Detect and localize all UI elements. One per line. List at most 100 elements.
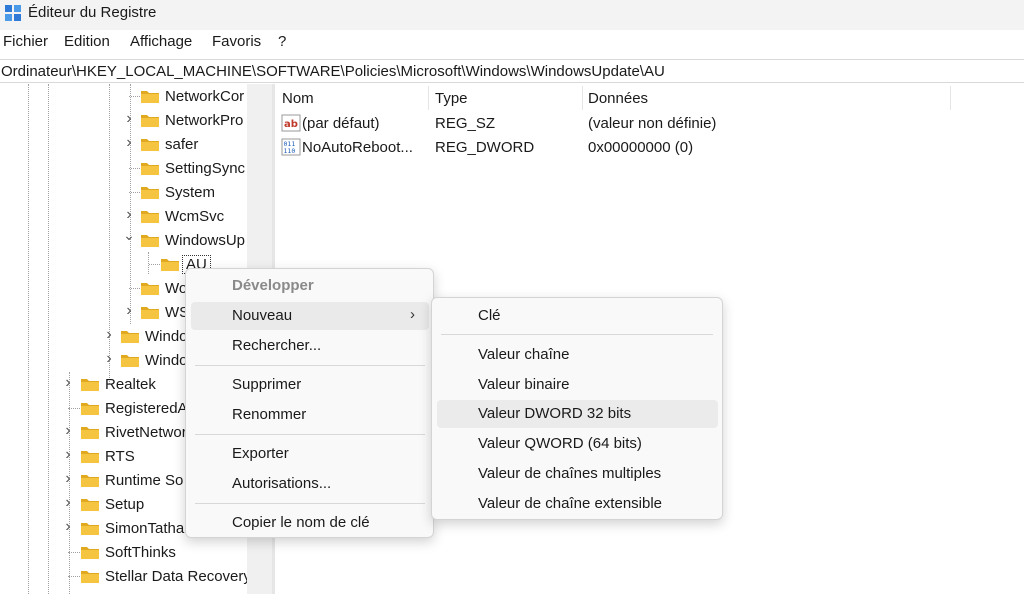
submenu-item-label: Clé (478, 307, 501, 324)
tree-item-label: RegisteredA (105, 400, 188, 417)
tree-item-label: SoftThinks (105, 544, 176, 561)
chevron-right-icon[interactable]: › (123, 207, 135, 223)
tree-item-label: NetworkPro (165, 112, 244, 129)
title-bar: Éditeur du Registre (0, 0, 1024, 30)
chevron-right-icon: › (410, 306, 415, 323)
folder-icon (140, 232, 160, 248)
menu-item-label: Nouveau (232, 307, 293, 324)
menu-item-supprimer[interactable]: Supprimer (191, 371, 429, 399)
menu-item-exporter[interactable]: Exporter (191, 440, 429, 468)
column-separator[interactable] (582, 86, 583, 110)
tree-item-label: SimonTatha (105, 520, 185, 537)
menu-fichier[interactable]: Fichier (3, 33, 48, 50)
folder-icon (80, 448, 100, 464)
folder-icon (160, 256, 180, 272)
folder-icon (80, 424, 100, 440)
menu-item-label: Copier le nom de clé (232, 514, 370, 531)
chevron-down-icon[interactable]: ⌄ (123, 227, 135, 243)
tree-item[interactable]: › NetworkPro (0, 108, 247, 132)
tree-item[interactable]: NetworkCor (0, 84, 247, 108)
menu-item-label: Exporter (232, 445, 289, 462)
menu-edition[interactable]: Edition (64, 33, 110, 50)
menu-item-label: Autorisations... (232, 475, 332, 492)
chevron-right-icon[interactable]: › (123, 303, 135, 319)
folder-icon (140, 136, 160, 152)
chevron-right-icon[interactable]: › (62, 495, 74, 511)
menu-separator (195, 365, 425, 366)
registry-editor-icon (5, 5, 21, 21)
tree-item-label: WindowsUp (165, 232, 246, 249)
chevron-right-icon[interactable]: › (62, 471, 74, 487)
svg-text:110: 110 (284, 147, 296, 155)
menu-item-rechercher[interactable]: Rechercher... (191, 332, 429, 360)
tree-item[interactable]: › WcmSvc (0, 204, 247, 228)
string-value-icon: ab (281, 114, 301, 132)
column-separator[interactable] (428, 86, 429, 110)
value-data: (valeur non définie) (588, 115, 717, 132)
submenu-item-cle[interactable]: Clé (437, 302, 718, 330)
folder-icon (140, 112, 160, 128)
folder-icon (80, 472, 100, 488)
chevron-right-icon[interactable]: › (62, 423, 74, 439)
menu-separator (195, 503, 425, 504)
menu-item-nouveau[interactable]: Nouveau › (191, 302, 429, 330)
chevron-right-icon[interactable]: › (123, 135, 135, 151)
menu-item-copier-nom-cle[interactable]: Copier le nom de clé (191, 509, 429, 537)
chevron-right-icon[interactable]: › (62, 375, 74, 391)
submenu-item-chaines-multiples[interactable]: Valeur de chaînes multiples (437, 460, 718, 488)
column-header-type[interactable]: Type (435, 90, 468, 107)
submenu-item-label: Valeur de chaînes multiples (478, 465, 662, 482)
folder-icon (140, 280, 160, 296)
tree-item-label: Setup (105, 496, 145, 513)
window-title: Éditeur du Registre (28, 4, 157, 21)
column-header-nom[interactable]: Nom (282, 90, 314, 107)
tree-item[interactable]: SettingSync (0, 156, 247, 180)
address-path[interactable]: Ordinateur\HKEY_LOCAL_MACHINE\SOFTWARE\P… (1, 63, 665, 80)
value-row[interactable]: 011 110 NoAutoReboot... REG_DWORD 0x0000… (275, 136, 975, 160)
value-name: (par défaut) (302, 115, 380, 132)
menu-item-developper: Développer (191, 272, 429, 300)
menu-help[interactable]: ? (278, 33, 286, 50)
submenu-item-chaine-extensible[interactable]: Valeur de chaîne extensible (437, 490, 718, 518)
tree-item-label: Wo (165, 280, 188, 297)
menu-separator (195, 434, 425, 435)
tree-item[interactable]: ⌄ WindowsUp (0, 227, 247, 252)
chevron-right-icon[interactable]: › (103, 327, 115, 343)
folder-icon (140, 304, 160, 320)
submenu-item-label: Valeur de chaîne extensible (478, 495, 663, 512)
tree-item-label: WcmSvc (165, 208, 225, 225)
menu-affichage[interactable]: Affichage (130, 33, 192, 50)
folder-icon (80, 376, 100, 392)
menu-item-renommer[interactable]: Renommer (191, 401, 429, 429)
tree-item-label: SettingSync (165, 160, 246, 177)
value-row[interactable]: ab (par défaut) REG_SZ (valeur non défin… (275, 112, 975, 136)
address-bar[interactable]: Ordinateur\HKEY_LOCAL_MACHINE\SOFTWARE\P… (0, 59, 1024, 83)
tree-item-label: safer (165, 136, 199, 153)
submenu-item-valeur-dword[interactable]: Valeur DWORD 32 bits (437, 400, 718, 428)
folder-icon (80, 520, 100, 536)
chevron-right-icon[interactable]: › (103, 351, 115, 367)
chevron-right-icon[interactable]: › (62, 519, 74, 535)
value-data: 0x00000000 (0) (588, 139, 694, 156)
tree-item-label: System (165, 184, 216, 201)
menu-favoris[interactable]: Favoris (212, 33, 261, 50)
menu-item-label: Renommer (232, 406, 307, 423)
submenu-item-valeur-qword[interactable]: Valeur QWORD (64 bits) (437, 430, 718, 458)
tree-item[interactable]: › safer (0, 132, 247, 156)
submenu-item-valeur-binaire[interactable]: Valeur binaire (437, 371, 718, 399)
submenu-nouveau: Clé Valeur chaîne Valeur binaire Valeur … (431, 297, 723, 520)
tree-item[interactable]: System (0, 180, 247, 204)
chevron-right-icon[interactable]: › (62, 447, 74, 463)
chevron-right-icon[interactable]: › (123, 111, 135, 127)
column-header-donnees[interactable]: Données (588, 90, 648, 107)
menu-item-autorisations[interactable]: Autorisations... (191, 470, 429, 498)
submenu-item-valeur-chaine[interactable]: Valeur chaîne (437, 341, 718, 369)
tree-item-label: RTS (105, 448, 135, 465)
tree-item-label: RivetNetwor (105, 424, 187, 441)
tree-item[interactable]: SoftThinks (0, 540, 247, 564)
column-separator[interactable] (950, 86, 951, 110)
folder-icon (140, 184, 160, 200)
tree-item[interactable]: Stellar Data Recovery (0, 564, 251, 588)
context-menu: Développer Nouveau › Rechercher... Suppr… (185, 268, 434, 538)
value-type: REG_DWORD (435, 139, 535, 156)
